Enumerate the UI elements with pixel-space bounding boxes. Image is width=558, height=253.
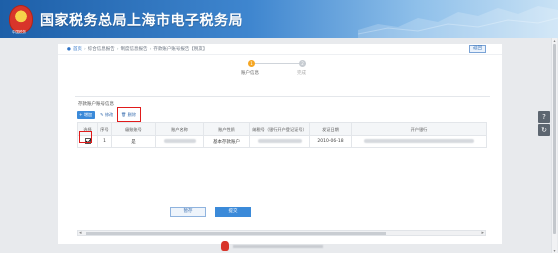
site-header: 中国税务 国家税务总局上海市电子税务局 — [0, 0, 558, 38]
panel-title: 存款账户账号信息 — [78, 102, 114, 107]
highlight-delete-box — [117, 107, 141, 122]
breadcrumb-bar: ● 首页 › 综合信息报告 › 制度信息报告 › 存款账户账号报告【税友】 返回 — [58, 44, 502, 55]
highlight-checkbox-box — [79, 131, 92, 143]
breadcrumb-current: 存款账户账号报告【税友】 — [153, 47, 208, 52]
account-table: 选择 序号 级账账号 账户名称 账户性质 纳税号（银行开户登记证号） 发证日期 … — [77, 122, 487, 148]
row-bank — [351, 135, 487, 148]
step-1-dot: 1 — [248, 60, 255, 67]
breadcrumb-item[interactable]: 综合信息报告 — [88, 47, 115, 52]
redacted-text — [257, 138, 302, 143]
breadcrumb-item[interactable]: 制度信息报告 — [121, 47, 148, 52]
scroll-down-icon[interactable]: ▾ — [552, 248, 557, 253]
col-header-tax-no: 纳税号（银行开户登记证号） — [249, 122, 310, 136]
tax-emblem-icon — [9, 5, 33, 33]
step-2-dot: 2 — [299, 60, 306, 67]
redacted-text — [163, 138, 196, 143]
account-panel: 存款账户账号信息 + 增加 ✎ 修改 🗑 删除 选择 序号 级账账号 账户名称 … — [75, 96, 490, 236]
col-header-flag: 级账账号 — [111, 122, 156, 136]
help-icon[interactable]: ? — [538, 111, 550, 123]
add-button[interactable]: + 增加 — [77, 111, 95, 119]
location-pin-icon: ● — [67, 47, 71, 52]
submit-button[interactable]: 提交 — [215, 207, 251, 217]
row-tax-no — [249, 135, 310, 148]
scroll-thumb[interactable] — [86, 232, 386, 235]
horizontal-scrollbar[interactable]: ◂ ▸ — [77, 230, 486, 236]
row-date: 2010-06-18 — [309, 135, 352, 148]
footer-text — [233, 245, 323, 248]
scroll-up-icon[interactable]: ▴ — [552, 38, 557, 43]
row-flag: 是 — [111, 135, 156, 148]
step-indicator: 1 2 账户信息 完成 — [241, 58, 313, 78]
emblem-text: 中国税务 — [12, 30, 26, 34]
temp-save-button[interactable]: 暂存 — [170, 207, 206, 217]
breadcrumb-separator: › — [116, 47, 119, 52]
col-header-nature: 账户性质 — [203, 122, 250, 136]
step-1-label: 账户信息 — [241, 71, 259, 76]
step-connector — [252, 63, 306, 64]
main-card: ● 首页 › 综合信息报告 › 制度信息报告 › 存款账户账号报告【税友】 返回 1 2 账户… — [58, 44, 502, 244]
breadcrumb-home-link[interactable]: 首页 — [73, 47, 82, 52]
table-header-row: 选择 序号 级账账号 账户名称 账户性质 纳税号（银行开户登记证号） 发证日期 … — [77, 122, 487, 136]
breadcrumb-separator: › — [149, 47, 152, 52]
page-scroll-thumb[interactable] — [553, 44, 556, 234]
site-title: 国家税务总局上海市电子税务局 — [40, 13, 243, 29]
breadcrumb: ● 首页 › 综合信息报告 › 制度信息报告 › 存款账户账号报告【税友】 — [67, 46, 207, 52]
row-seq: 1 — [97, 135, 112, 148]
col-header-date: 发证日期 — [309, 122, 352, 136]
table-row[interactable]: 1 是 基本存款账户 2010-06-18 — [77, 135, 487, 148]
great-wall-decoration — [358, 6, 558, 38]
row-nature: 基本存款账户 — [203, 135, 250, 148]
refresh-icon[interactable]: ↻ — [538, 124, 550, 136]
scroll-left-icon[interactable]: ◂ — [79, 230, 82, 236]
col-header-bank: 开户银行 — [351, 122, 487, 136]
step-2-label: 完成 — [297, 71, 306, 76]
col-header-account-name: 账户名称 — [155, 122, 204, 136]
breadcrumb-separator: › — [83, 47, 86, 52]
footer-emblem-icon — [221, 241, 229, 251]
redacted-text — [364, 138, 474, 143]
scroll-right-icon[interactable]: ▸ — [481, 230, 484, 236]
col-header-seq: 序号 — [97, 122, 112, 136]
row-account-name — [155, 135, 204, 148]
page-scrollbar[interactable]: ▴ ▾ — [551, 38, 557, 253]
return-button[interactable]: 返回 — [469, 45, 486, 53]
edit-button[interactable]: ✎ 修改 — [98, 111, 116, 119]
